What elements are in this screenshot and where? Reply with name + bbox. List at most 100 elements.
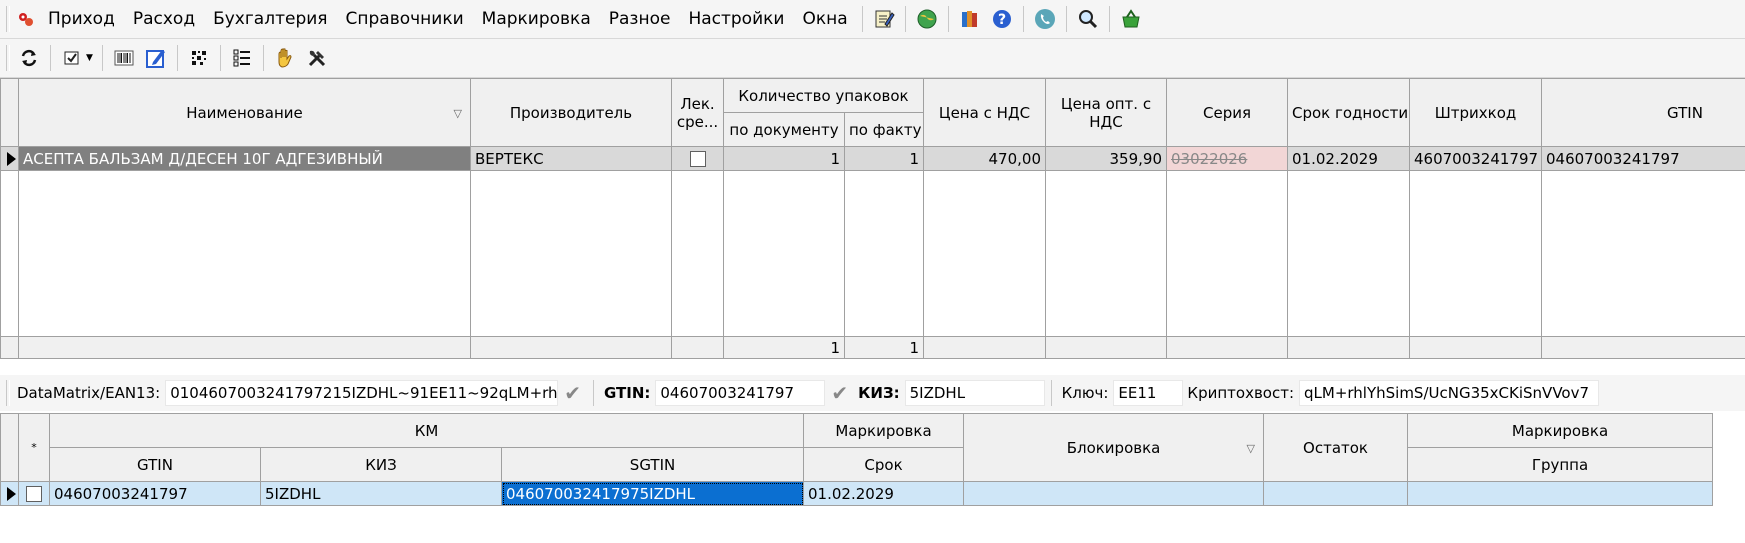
hand-icon[interactable] bbox=[271, 44, 299, 72]
report-pen-icon[interactable] bbox=[870, 5, 898, 33]
basket-icon[interactable] bbox=[1117, 5, 1145, 33]
cell-sgtin[interactable]: 046070032417975IZDHL bbox=[500, 481, 805, 506]
cell-qty-doc[interactable]: 1 bbox=[723, 146, 845, 171]
toolbar-grip[interactable] bbox=[6, 45, 10, 71]
edit-icon[interactable] bbox=[142, 44, 170, 72]
documents-grid: Наименование ▽ Производитель Лек. сре...… bbox=[0, 78, 1745, 359]
separator bbox=[101, 45, 103, 71]
menu-prihod[interactable]: Приход bbox=[39, 4, 124, 34]
separator bbox=[50, 45, 51, 71]
sort-desc-icon[interactable]: ▽ bbox=[1247, 442, 1255, 455]
scanbar-grip[interactable] bbox=[6, 380, 10, 406]
col-header-block-label: Блокировка bbox=[1066, 438, 1161, 457]
cell-name[interactable]: АСЕПТА БАЛЬЗАМ Д/ДЕСЕН 10Г АДГЕЗИВНЫЙ bbox=[18, 146, 471, 171]
col-header-kiz[interactable]: КИЗ bbox=[260, 447, 502, 482]
menu-grip[interactable] bbox=[6, 6, 10, 32]
cell-gtin[interactable]: 04607003241797 bbox=[49, 481, 261, 506]
crypto-label: Криптохвост: bbox=[1187, 384, 1294, 402]
phone-icon[interactable] bbox=[1031, 5, 1059, 33]
cell-gtin[interactable]: 04607003241797 bbox=[1541, 146, 1745, 171]
col-header-km[interactable]: КМ bbox=[48, 413, 805, 448]
cell-price-wholesale[interactable]: 359,90 bbox=[1045, 146, 1167, 171]
menu-okna[interactable]: Окна bbox=[793, 4, 856, 34]
cell-rest[interactable] bbox=[1263, 481, 1409, 506]
tools-icon[interactable] bbox=[303, 44, 331, 72]
cell-kiz[interactable]: 5IZDHL bbox=[260, 481, 502, 506]
marking-grid: * КМ Маркировка Блокировка ▽ Остаток Мар… bbox=[0, 413, 1714, 506]
crypto-input[interactable]: qLM+rhlYhSimS/UcNG35xCKiSnVVov7 bbox=[1299, 380, 1599, 406]
search-icon[interactable] bbox=[1074, 5, 1102, 33]
list-icon[interactable] bbox=[228, 44, 256, 72]
cell-expiry[interactable]: 01.02.2029 bbox=[1287, 146, 1410, 171]
table-row[interactable]: АСЕПТА БАЛЬЗАМ Д/ДЕСЕН 10Г АДГЕЗИВНЫЙ ВЕ… bbox=[0, 146, 1745, 171]
cell-qty-fact[interactable]: 1 bbox=[844, 146, 924, 171]
col-header-manufacturer[interactable]: Производитель bbox=[470, 78, 672, 147]
gtin-input[interactable]: 04607003241797 bbox=[655, 380, 826, 406]
cell-group[interactable] bbox=[1407, 481, 1714, 506]
lek-checkbox[interactable] bbox=[689, 150, 706, 167]
refresh-icon[interactable] bbox=[15, 44, 43, 72]
scan-bar: DataMatrix/EAN13: 0104607003241797215IZD… bbox=[0, 375, 1745, 411]
kiz-input[interactable]: 5IZDHL bbox=[904, 380, 1045, 406]
col-header-qty-fact[interactable]: по факту bbox=[844, 112, 924, 147]
barcode-icon[interactable] bbox=[110, 44, 138, 72]
col-header-term[interactable]: Срок bbox=[803, 447, 965, 482]
col-header-qty-doc[interactable]: по документу bbox=[723, 112, 845, 147]
col-header-rest[interactable]: Остаток bbox=[1263, 413, 1409, 482]
key-input[interactable]: EE11 bbox=[1113, 380, 1184, 406]
cell-price-vat[interactable]: 470,00 bbox=[923, 146, 1046, 171]
pill-logo-icon bbox=[15, 5, 37, 33]
separator bbox=[1108, 6, 1110, 32]
help-icon[interactable]: ? bbox=[988, 5, 1016, 33]
menu-rashod[interactable]: Расход bbox=[124, 4, 204, 34]
total-qty-doc: 1 bbox=[723, 336, 845, 359]
separator bbox=[947, 6, 949, 32]
cell-block[interactable] bbox=[963, 481, 1265, 506]
col-header-block[interactable]: Блокировка ▽ bbox=[963, 413, 1265, 482]
svg-text:?: ? bbox=[998, 12, 1006, 28]
col-header-star[interactable]: * bbox=[18, 413, 50, 482]
chevron-down-icon[interactable]: ▼ bbox=[86, 53, 93, 63]
cell-manufacturer[interactable]: ВЕРТЕКС bbox=[470, 146, 672, 171]
col-header-group[interactable]: Группа bbox=[1407, 447, 1714, 482]
col-header-qty-group[interactable]: Количество упаковок bbox=[723, 78, 924, 113]
col-header-gtin[interactable]: GTIN bbox=[1541, 78, 1745, 147]
sort-desc-icon[interactable]: ▽ bbox=[454, 107, 462, 120]
col-header-gtin[interactable]: GTIN bbox=[49, 447, 261, 482]
separator bbox=[861, 6, 863, 32]
separator bbox=[1022, 6, 1024, 32]
col-header-price-vat[interactable]: Цена с НДС bbox=[923, 78, 1046, 147]
col-header-marking-2[interactable]: Маркировка bbox=[1407, 413, 1714, 448]
col-header-series[interactable]: Серия bbox=[1166, 78, 1288, 147]
cell-select[interactable] bbox=[18, 481, 50, 506]
separator bbox=[592, 380, 594, 406]
books-icon[interactable] bbox=[956, 5, 984, 33]
globe-icon[interactable] bbox=[913, 5, 941, 33]
table-row[interactable]: 04607003241797 5IZDHL 046070032417975IZD… bbox=[0, 481, 1714, 506]
col-header-name-label: Наименование bbox=[186, 103, 303, 122]
cell-series[interactable]: 03022026 bbox=[1166, 146, 1288, 171]
col-header-lek[interactable]: Лек. сре... bbox=[671, 78, 724, 147]
menu-buhgalteriya[interactable]: Бухгалтерия bbox=[204, 4, 336, 34]
toolbar: ▼ bbox=[0, 39, 1745, 78]
col-header-marking[interactable]: Маркировка bbox=[803, 413, 965, 448]
separator bbox=[1065, 6, 1067, 32]
row-checkbox[interactable] bbox=[26, 485, 42, 502]
menu-spravochniki[interactable]: Справочники bbox=[337, 4, 473, 34]
col-header-expiry[interactable]: Срок годности bbox=[1287, 78, 1410, 147]
col-header-name[interactable]: Наименование ▽ bbox=[18, 78, 471, 147]
menu-raznoe[interactable]: Разное bbox=[600, 4, 680, 34]
row-indicator-header bbox=[0, 413, 19, 482]
cell-term[interactable]: 01.02.2029 bbox=[803, 481, 965, 506]
menu-markirovka[interactable]: Маркировка bbox=[473, 4, 600, 34]
datamatrix-input[interactable]: 0104607003241797215IZDHL~91EE11~92qLM+rh… bbox=[165, 380, 559, 406]
cell-barcode[interactable]: 4607003241797 bbox=[1409, 146, 1542, 171]
datamatrix-icon[interactable] bbox=[185, 44, 213, 72]
menu-nastroiki[interactable]: Настройки bbox=[679, 4, 793, 34]
cell-lek[interactable] bbox=[671, 146, 724, 171]
separator bbox=[262, 45, 264, 71]
col-header-price-wholesale[interactable]: Цена опт. с НДС bbox=[1045, 78, 1167, 147]
col-header-barcode[interactable]: Штрихкод bbox=[1409, 78, 1542, 147]
checkbox-icon[interactable] bbox=[58, 44, 86, 72]
col-header-sgtin[interactable]: SGTIN bbox=[500, 447, 805, 482]
